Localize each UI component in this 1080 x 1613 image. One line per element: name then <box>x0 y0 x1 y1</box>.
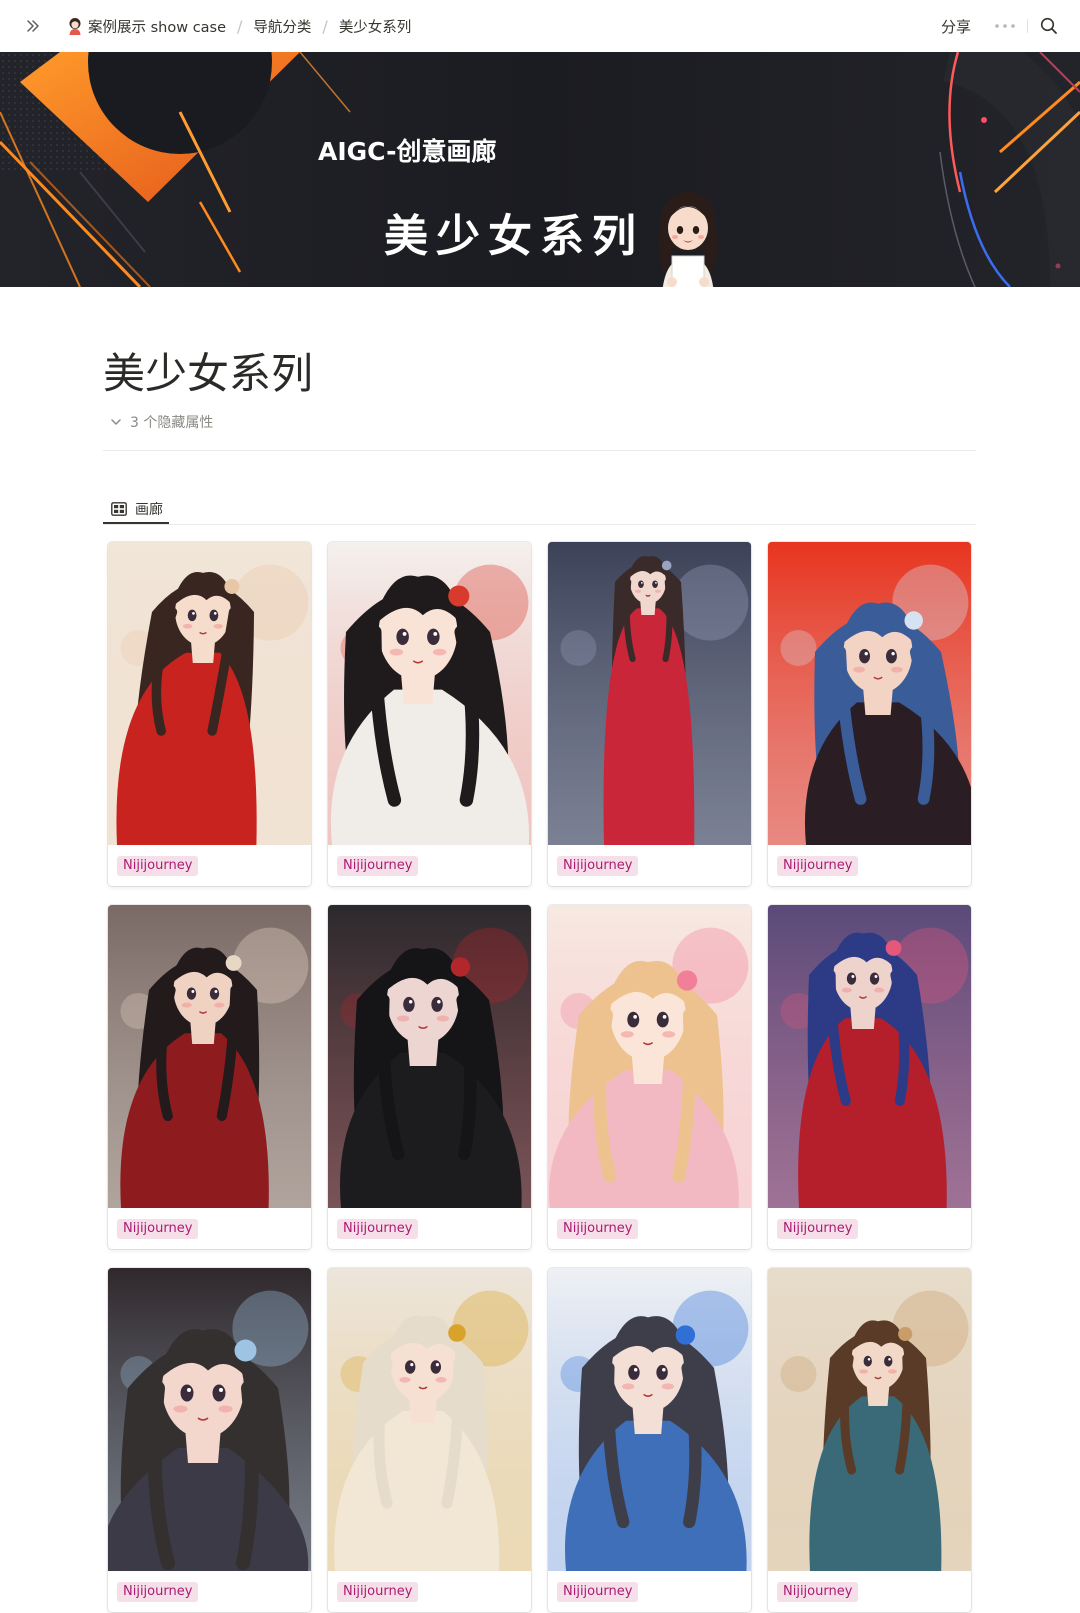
model-tag: Nijijourney <box>117 1219 199 1239</box>
model-tag: Nijijourney <box>777 1582 859 1602</box>
card-properties: Nijijourney <box>777 1217 859 1239</box>
card-cover-image <box>548 1268 751 1571</box>
model-tag: Nijijourney <box>337 1219 419 1239</box>
card-cover-image <box>108 542 311 845</box>
card-cover-image <box>548 905 751 1208</box>
avatar-page-icon <box>69 18 81 35</box>
card-properties: Nijijourney <box>337 854 419 876</box>
anime-girl-illustration <box>548 905 751 1208</box>
expand-sidebar-button[interactable] <box>22 15 44 37</box>
model-tag: Nijijourney <box>117 856 199 876</box>
banner-title: 美少女系列 <box>384 211 644 262</box>
gallery-card[interactable]: Nijijourney <box>108 542 311 886</box>
hidden-properties-label: 3 个隐藏属性 <box>130 415 214 431</box>
card-properties: Nijijourney <box>117 1217 199 1239</box>
tab-label: 画廊 <box>135 502 163 518</box>
breadcrumb-item-showcase[interactable]: 案例展示 show case <box>62 13 231 40</box>
gallery-grid: Nijijourney Nijijourney Nijijourney Nijijou… <box>108 542 974 1612</box>
tab-gallery-view[interactable]: 画廊 <box>103 494 169 524</box>
girl-with-sign-illustration <box>659 192 717 287</box>
card-cover-image <box>768 905 971 1208</box>
anime-girl-illustration <box>768 1268 971 1571</box>
breadcrumb-label: 美少女系列 <box>338 19 412 36</box>
card-properties: Nijijourney <box>557 1217 639 1239</box>
card-properties: Nijijourney <box>777 854 859 876</box>
anime-girl-illustration <box>768 905 971 1208</box>
breadcrumb: 案例展示 show case / 导航分类 / 美少女系列 <box>22 13 933 40</box>
anime-girl-illustration <box>548 1268 751 1571</box>
top-bar: 案例展示 show case / 导航分类 / 美少女系列 分享 <box>0 0 1080 52</box>
card-cover-image <box>548 542 751 845</box>
breadcrumb-label: 案例展示 show case <box>88 19 227 36</box>
gallery-card[interactable]: Nijijourney <box>548 1268 751 1612</box>
anime-girl-illustration <box>108 1268 311 1571</box>
gallery-card[interactable]: Nijijourney <box>768 1268 971 1612</box>
gallery-card[interactable]: Nijijourney <box>548 905 751 1249</box>
anime-girl-illustration <box>548 542 751 845</box>
gallery-card[interactable]: Nijijourney <box>328 542 531 886</box>
divider <box>103 450 976 451</box>
model-tag: Nijijourney <box>777 856 859 876</box>
chevron-down-icon <box>111 419 121 425</box>
card-cover-image <box>108 1268 311 1571</box>
gallery-card[interactable]: Nijijourney <box>768 905 971 1249</box>
hidden-properties-toggle[interactable]: 3 个隐藏属性 <box>110 412 213 432</box>
anime-girl-illustration <box>108 542 311 845</box>
card-properties: Nijijourney <box>777 1580 859 1602</box>
card-cover-image <box>768 542 971 845</box>
breadcrumb-label: 导航分类 <box>253 19 312 36</box>
card-properties: Nijijourney <box>337 1217 419 1239</box>
card-properties: Nijijourney <box>117 854 199 876</box>
double-chevron-right-icon <box>27 20 39 32</box>
anime-girl-illustration <box>108 905 311 1208</box>
model-tag: Nijijourney <box>557 1582 639 1602</box>
model-tag: Nijijourney <box>777 1219 859 1239</box>
gallery-view-icon <box>111 502 127 516</box>
anime-girl-illustration <box>328 1268 531 1571</box>
model-tag: Nijijourney <box>117 1582 199 1602</box>
breadcrumb-separator: / <box>237 16 243 36</box>
card-properties: Nijijourney <box>557 854 639 876</box>
card-cover-image <box>328 1268 531 1571</box>
card-cover-image <box>328 905 531 1208</box>
breadcrumb-item-nav-category[interactable]: 导航分类 <box>248 13 316 40</box>
gallery-card[interactable]: Nijijourney <box>108 905 311 1249</box>
divider <box>1027 19 1028 33</box>
model-tag: Nijijourney <box>337 1582 419 1602</box>
gallery-card[interactable]: Nijijourney <box>108 1268 311 1612</box>
anime-girl-illustration <box>328 542 531 845</box>
card-cover-image <box>108 905 311 1208</box>
ellipsis-icon <box>995 24 1015 28</box>
breadcrumb-separator: / <box>322 16 328 36</box>
gallery-card[interactable]: Nijijourney <box>328 1268 531 1612</box>
anime-girl-illustration <box>328 905 531 1208</box>
anime-girl-illustration <box>768 542 971 845</box>
card-cover-image <box>768 1268 971 1571</box>
page-title: 美少女系列 <box>103 349 314 398</box>
search-icon <box>1040 17 1057 34</box>
gallery-card[interactable]: Nijijourney <box>548 542 751 886</box>
card-properties: Nijijourney <box>337 1580 419 1602</box>
gallery-card[interactable]: Nijijourney <box>328 905 531 1249</box>
banner-subtitle: AIGC-创意画廊 <box>318 137 497 166</box>
model-tag: Nijijourney <box>557 856 639 876</box>
card-properties: Nijijourney <box>117 1580 199 1602</box>
card-cover-image <box>328 542 531 845</box>
breadcrumb-item-current[interactable]: 美少女系列 <box>334 13 417 40</box>
cover-banner: AIGC-创意画廊 美少女系列 <box>0 52 1080 287</box>
model-tag: Nijijourney <box>337 856 419 876</box>
card-properties: Nijijourney <box>557 1580 639 1602</box>
share-button[interactable]: 分享 <box>933 12 979 41</box>
search-button[interactable] <box>1036 13 1062 39</box>
more-options-button[interactable] <box>991 14 1019 38</box>
model-tag: Nijijourney <box>557 1219 639 1239</box>
divider <box>103 524 976 525</box>
gallery-card[interactable]: Nijijourney <box>768 542 971 886</box>
